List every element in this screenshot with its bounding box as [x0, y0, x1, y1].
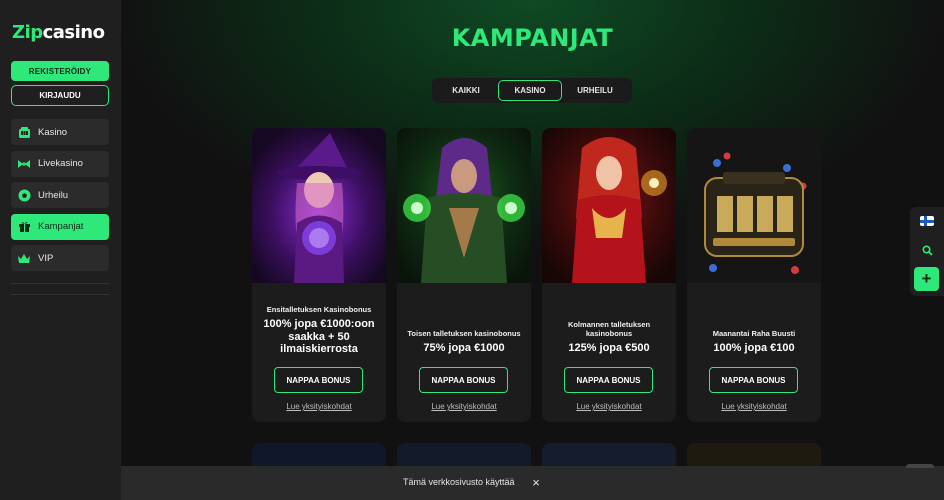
claim-bonus-button[interactable]: NAPPAA BONUS [419, 367, 508, 393]
finland-flag-icon[interactable] [920, 216, 934, 226]
sidebar-item-label: Kasino [38, 126, 68, 138]
witch-illustration [252, 128, 386, 283]
details-link[interactable]: Lue yksityiskohdat [542, 402, 676, 411]
promo-subtitle: Maanantai Raha Buusti [712, 329, 796, 338]
sidebar-item-label: Kampanjat [38, 221, 84, 232]
sidebar-nav: Kasino Livekasino Urheilu Kampanjat VIP [11, 119, 109, 277]
main-content: KAMPANJAT KAIKKI KASINO URHEILU Ensitall… [121, 0, 944, 500]
sidebar-divider [11, 283, 109, 284]
promo-headline: 75% jopa €1000 [423, 342, 505, 354]
gift-icon [17, 220, 31, 234]
promo-headline: 125% jopa €500 [568, 342, 650, 354]
sorceress-illustration [397, 128, 531, 283]
promo-tabs: KAIKKI KASINO URHEILU [432, 78, 632, 103]
fire-queen-illustration [542, 128, 676, 283]
details-link[interactable]: Lue yksityiskohdat [397, 402, 531, 411]
slot-machine-illustration [687, 128, 821, 283]
sidebar-divider [11, 294, 109, 295]
sidebar-item-label: Urheilu [38, 189, 69, 201]
football-icon [17, 188, 31, 202]
promo-headline: 100% jopa €1000:oon saakka + 50 ilmaiski… [263, 318, 375, 355]
promo-subtitle: Toisen talletuksen kasinobonus [407, 329, 521, 338]
details-link[interactable]: Lue yksityiskohdat [252, 402, 386, 411]
close-icon[interactable]: × [529, 474, 543, 490]
cookie-bar-handle [906, 464, 934, 468]
register-button[interactable]: REKISTERÖIDY [11, 61, 109, 81]
sidebar-item-label: VIP [38, 252, 54, 264]
tab-urheilu[interactable]: URHEILU [562, 80, 628, 101]
sidebar-item-vip[interactable]: VIP [11, 245, 109, 271]
promo-card: Ensitalletuksen Kasinobonus 100% jopa €1… [252, 128, 386, 422]
claim-bonus-button[interactable]: NAPPAA BONUS [709, 367, 798, 393]
sidebar-item-label: Livekasino [38, 158, 83, 169]
sidebar: Zipcasino REKISTERÖIDY KIRJAUDU Kasino L… [0, 0, 121, 500]
cookie-bar: Tämä verkkosivusto käyttää × [121, 464, 944, 500]
cookie-text: Tämä verkkosivusto käyttää [403, 477, 515, 487]
tab-kasino[interactable]: KASINO [498, 80, 562, 101]
site-logo[interactable]: Zipcasino [12, 22, 105, 43]
promo-subtitle: Kolmannen talletuksen kasinobonus [567, 320, 651, 338]
login-button[interactable]: KIRJAUDU [11, 85, 109, 106]
plus-icon[interactable]: + [914, 267, 939, 291]
promo-card: Maanantai Raha Buusti 100% jopa €100 NAP… [687, 128, 821, 422]
crown-icon [17, 251, 31, 265]
promo-subtitle: Ensitalletuksen Kasinobonus [266, 305, 372, 314]
livecasino-icon [17, 157, 31, 171]
casino-icon [17, 125, 31, 139]
claim-bonus-button[interactable]: NAPPAA BONUS [274, 367, 363, 393]
sidebar-item-urheilu[interactable]: Urheilu [11, 182, 109, 208]
promo-card: Toisen talletuksen kasinobonus 75% jopa … [397, 128, 531, 422]
sidebar-item-livekasino[interactable]: Livekasino [11, 150, 109, 177]
page-title: KAMPANJAT [451, 24, 614, 52]
sidebar-item-kampanjat[interactable]: Kampanjat [11, 213, 109, 240]
promo-headline: 100% jopa €100 [713, 342, 795, 354]
tab-kaikki[interactable]: KAIKKI [434, 80, 498, 101]
search-icon[interactable] [919, 242, 935, 258]
claim-bonus-button[interactable]: NAPPAA BONUS [564, 367, 653, 393]
sidebar-item-kasino[interactable]: Kasino [11, 119, 109, 145]
details-link[interactable]: Lue yksityiskohdat [687, 402, 821, 411]
promo-card: Kolmannen talletuksen kasinobonus 125% j… [542, 128, 676, 422]
floating-toolbar: + [910, 207, 944, 296]
